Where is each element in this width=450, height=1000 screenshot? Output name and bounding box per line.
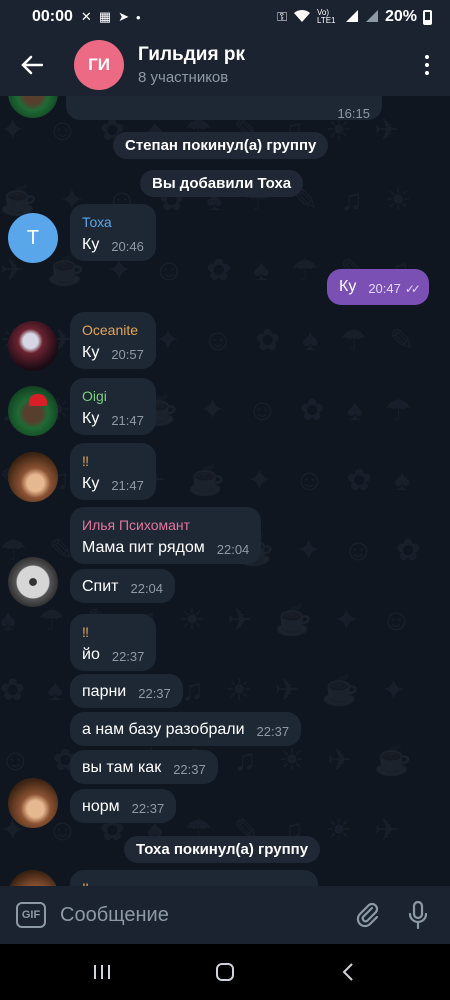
group-avatar[interactable]: ГИ <box>74 40 124 90</box>
message-bubble[interactable]: вы там как 22:37 <box>70 750 218 784</box>
message-text: Ку <box>82 410 100 427</box>
message-time: 20:57 <box>111 347 144 362</box>
message-input[interactable]: Сообщение <box>60 904 346 927</box>
battery-icon <box>423 9 432 25</box>
more-menu-button[interactable] <box>404 34 450 96</box>
missed-call-icon: ✕ <box>80 9 92 24</box>
microphone-icon <box>408 901 428 929</box>
signal-icon-2 <box>365 9 379 26</box>
message-text: Ку <box>82 236 100 253</box>
message-text: Ку <box>82 475 100 492</box>
group-title: Гильдия рк <box>138 44 245 65</box>
message-time: 21:47 <box>111 478 144 493</box>
key-icon: ⚿ <box>277 9 287 24</box>
back-button[interactable] <box>0 34 64 96</box>
message-time: 16:15 <box>337 106 370 121</box>
message-text: Ку <box>82 344 100 361</box>
outgoing-message-bubble[interactable]: Ку 20:47 ✓✓ <box>327 269 429 305</box>
sender-name[interactable]: Илья Психомант <box>82 515 249 535</box>
dot-icon: • <box>136 9 141 25</box>
message-bubble[interactable]: ‼ Ку 21:47 <box>70 443 156 500</box>
back-nav-button[interactable] <box>318 952 378 992</box>
avatar[interactable] <box>8 778 58 828</box>
avatar[interactable] <box>8 557 58 607</box>
message-text: вы там как <box>82 759 162 776</box>
message-bubble[interactable]: а нам базу разобрали 22:37 <box>70 712 302 746</box>
sender-name[interactable]: Oigi <box>82 386 144 406</box>
service-message: Степан покинул(а) группу <box>113 132 329 159</box>
message-list[interactable]: ✦☺✿♠☂✎♫☀✈☕✦☺✿♠☂✎♫☀✈☕✦☺✿♠☂✎♫☀✈☕✦☺✿♠☂✎♫☀✈☕… <box>0 96 450 886</box>
service-message: Вы добавили Тоха <box>140 170 304 197</box>
message-text: парни <box>82 683 127 700</box>
message-text: Мама пит рядом <box>82 539 205 556</box>
home-icon <box>215 963 234 981</box>
message-time: 22:37 <box>138 686 171 701</box>
avatar[interactable]: Т <box>8 213 58 263</box>
system-icons: ⚿ Vo) LTE1 20% <box>277 8 432 26</box>
message-bubble[interactable]: парни 22:37 <box>70 674 183 708</box>
message-bubble[interactable]: Илья Психомант Мама пит рядом 22:04 <box>70 507 262 564</box>
message-text: Спит <box>82 578 119 595</box>
avatar[interactable] <box>8 452 58 502</box>
message-bubble[interactable]: Oigi Ку 21:47 <box>70 378 156 435</box>
telegram-icon: ➤ <box>118 9 130 24</box>
sender-name[interactable]: ‼ <box>82 451 144 471</box>
signal-icon <box>345 9 359 26</box>
message-text: норм <box>82 798 120 815</box>
attach-button[interactable] <box>346 893 390 937</box>
message-bubble[interactable]: 16:15 <box>66 96 382 121</box>
recent-apps-button[interactable] <box>72 952 132 992</box>
message-bubble[interactable]: Тоха Ку 20:46 <box>70 204 156 261</box>
sender-name[interactable]: Тоха <box>82 212 144 232</box>
paperclip-icon <box>356 902 379 928</box>
dot-icon <box>425 71 429 75</box>
chat-background-pattern: ✦☺✿♠☂✎♫☀✈☕✦☺✿♠☂✎♫☀✈☕✦☺✿♠☂✎♫☀✈☕✦☺✿♠☂✎♫☀✈☕… <box>0 114 443 886</box>
gif-button[interactable]: GIF <box>16 902 46 928</box>
member-count: 8 участников <box>138 69 229 86</box>
service-message: Тоха покинул(а) группу <box>124 836 321 863</box>
chevron-left-icon <box>342 963 354 981</box>
message-time: 22:37 <box>111 649 145 664</box>
dot-icon <box>425 63 429 67</box>
message-time: 22:04 <box>216 542 250 557</box>
message-bubble[interactable]: ‼ <box>70 870 318 886</box>
sender-name[interactable]: ‼ <box>82 878 306 886</box>
app-icon: ▦ <box>98 9 112 24</box>
message-time: 21:47 <box>111 413 144 428</box>
avatar[interactable] <box>8 321 58 371</box>
home-button[interactable] <box>195 952 255 992</box>
message-text: а нам базу разобрали <box>82 721 245 738</box>
message-bubble[interactable]: норм 22:37 <box>70 789 177 823</box>
sender-name[interactable]: ‼ <box>82 622 144 642</box>
group-info[interactable]: Гильдия рк 8 участников <box>138 44 245 86</box>
message-bubble[interactable]: Спит 22:04 <box>70 569 176 603</box>
message-time: 20:46 <box>111 239 144 254</box>
chat-header: ГИ Гильдия рк 8 участников <box>0 34 450 96</box>
message-bubble[interactable]: Oceanite Ку 20:57 <box>70 312 156 369</box>
santa-hat-icon <box>29 394 47 406</box>
status-bar: 00:00 ✕ ▦ ➤ • ⚿ Vo) LTE1 20% <box>0 0 450 34</box>
composer-bar: GIF Сообщение <box>0 886 450 944</box>
sender-name[interactable]: Oceanite <box>82 320 144 340</box>
message-time: 20:47 <box>368 281 401 296</box>
wifi-icon <box>293 9 311 26</box>
voice-record-button[interactable] <box>396 893 440 937</box>
message-time: 22:37 <box>256 724 290 739</box>
message-bubble[interactable]: ‼ йо 22:37 <box>70 614 157 671</box>
double-check-icon: ✓✓ <box>404 282 421 296</box>
message-text: Ку <box>339 278 357 295</box>
battery-percent: 20% <box>384 8 417 25</box>
message-time: 22:37 <box>173 762 206 777</box>
message-time: 22:37 <box>131 801 165 816</box>
status-time: 00:00 <box>32 8 73 25</box>
avatar[interactable] <box>8 386 58 436</box>
notification-icons: ✕ ▦ ➤ • <box>81 9 141 25</box>
message-text: йо <box>82 646 100 663</box>
dot-icon <box>425 55 429 59</box>
arrow-left-icon <box>21 55 43 75</box>
system-nav-bar <box>0 944 450 1000</box>
recent-apps-icon <box>93 965 110 979</box>
network-label: Vo) LTE1 <box>316 8 336 25</box>
message-time: 22:04 <box>130 581 164 596</box>
